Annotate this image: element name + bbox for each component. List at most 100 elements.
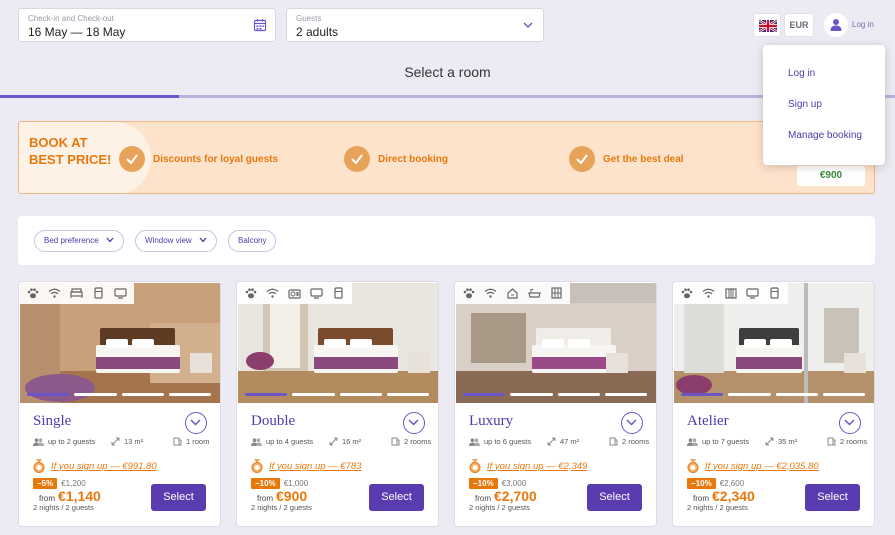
chevron-down-icon xyxy=(523,22,533,28)
filter-balcony[interactable]: Balcony xyxy=(228,230,277,252)
pager-dot[interactable] xyxy=(27,393,70,396)
check-icon xyxy=(344,146,370,172)
spec-area-value: 47 m² xyxy=(560,437,580,446)
pager-dot[interactable] xyxy=(775,393,818,396)
fridge-icon xyxy=(765,286,784,300)
chevron-down-icon xyxy=(408,419,419,426)
currency-selector[interactable]: EUR xyxy=(784,13,814,37)
member-promo[interactable]: If you sign up — €783 xyxy=(251,459,361,473)
login-button[interactable]: Log in xyxy=(822,13,882,37)
login-label: Log in xyxy=(852,20,874,29)
price-row: from €900 xyxy=(257,488,307,504)
old-price: €3,000 xyxy=(501,479,527,488)
price-row: from €2,700 xyxy=(475,488,537,504)
guests-icon xyxy=(469,437,480,446)
filter-window-view[interactable]: Window view xyxy=(135,230,217,252)
pager-dot[interactable] xyxy=(386,393,429,396)
bath-icon xyxy=(525,286,544,300)
pager-dot[interactable] xyxy=(604,393,647,396)
pager-dot[interactable] xyxy=(121,393,164,396)
guests-icon xyxy=(687,437,698,446)
wifi-icon xyxy=(45,286,64,300)
select-button[interactable]: Select xyxy=(151,484,206,511)
expand-button[interactable] xyxy=(185,412,207,434)
pager-dot[interactable] xyxy=(245,393,288,396)
old-price: €1,200 xyxy=(61,479,86,488)
room-name[interactable]: Atelier xyxy=(687,413,729,430)
pager-dot[interactable] xyxy=(339,393,382,396)
account-dropdown: Log in Sign up Manage booking xyxy=(763,45,885,165)
language-selector[interactable] xyxy=(753,13,781,37)
fridge-icon xyxy=(329,286,348,300)
progress-fill xyxy=(0,95,179,98)
spec-guests-value: up to 6 guests xyxy=(484,437,532,446)
spec-area-value: 35 m² xyxy=(778,437,798,446)
expand-button[interactable] xyxy=(403,412,425,434)
spec-rooms: 1 room xyxy=(173,437,209,446)
room-name[interactable]: Double xyxy=(251,413,295,430)
pager-dot[interactable] xyxy=(74,393,117,396)
pager-dot[interactable] xyxy=(292,393,335,396)
dropdown-login[interactable]: Log in xyxy=(788,68,815,79)
amenity-bar xyxy=(237,282,352,304)
price-from-label: from xyxy=(257,494,273,503)
room-name[interactable]: Single xyxy=(33,413,71,430)
wifi-icon xyxy=(481,286,500,300)
pager-dot[interactable] xyxy=(168,393,211,396)
dropdown-signup[interactable]: Sign up xyxy=(788,99,822,110)
door-icon xyxy=(609,437,618,446)
select-button[interactable]: Select xyxy=(587,484,642,511)
area-icon xyxy=(547,437,556,446)
pager-dot[interactable] xyxy=(681,393,724,396)
spec-rooms: 2 rooms xyxy=(391,437,431,446)
spec-area: 13 m² xyxy=(111,437,173,446)
coffee-icon xyxy=(285,286,304,300)
progress-bar xyxy=(0,95,895,98)
check-icon xyxy=(569,146,595,172)
select-button[interactable]: Select xyxy=(369,484,424,511)
pager-dot[interactable] xyxy=(557,393,600,396)
spec-rooms-value: 2 rooms xyxy=(622,437,650,446)
spec-rooms-value: 2 rooms xyxy=(840,437,868,446)
dates-label: Check-in and Check-out xyxy=(28,14,114,23)
filter-bed-preference[interactable]: Bed preference xyxy=(34,230,124,252)
member-promo[interactable]: If you sign up — €2,349 xyxy=(469,459,587,473)
dates-field[interactable]: Check-in and Check-out 16 May — 18 May xyxy=(18,8,276,42)
user-icon xyxy=(830,19,842,31)
promo-text: If you sign up — €2,349 xyxy=(487,460,588,472)
pager-dot[interactable] xyxy=(822,393,865,396)
member-promo[interactable]: If you sign up — €2,035.80 xyxy=(687,459,819,473)
price-from-label: from xyxy=(693,494,709,503)
spec-area-value: 13 m² xyxy=(124,437,144,446)
guests-value: 2 adults xyxy=(296,25,339,39)
promo-text: If you sign up — €783 xyxy=(269,460,362,472)
expand-button[interactable] xyxy=(621,412,643,434)
member-promo[interactable]: If you sign up — €991.80 xyxy=(33,459,157,473)
select-button[interactable]: Select xyxy=(805,484,860,511)
room-card-atelier: Atelier up to 7 guests 35 m² 2 rooms If … xyxy=(672,281,875,527)
photo-pager xyxy=(245,393,429,396)
wifi-icon xyxy=(263,286,282,300)
fridge-icon xyxy=(89,286,108,300)
price-from-label: from xyxy=(39,494,55,503)
tv-icon xyxy=(307,286,326,300)
chevron-down-icon xyxy=(106,237,114,243)
pager-dot[interactable] xyxy=(728,393,771,396)
room-specs: up to 6 guests 47 m² 2 rooms xyxy=(469,437,651,446)
spec-guests: up to 2 guests xyxy=(33,437,111,446)
banner-headline: BOOK AT BEST PRICE! xyxy=(29,135,112,167)
pager-dot[interactable] xyxy=(463,393,506,396)
price: €1,140 xyxy=(58,488,101,504)
kettle-icon xyxy=(503,286,522,300)
pager-dot[interactable] xyxy=(510,393,553,396)
perk-label: Discounts for loyal guests xyxy=(153,154,279,165)
user-avatar xyxy=(824,13,848,37)
old-price: €1,000 xyxy=(283,479,309,488)
guests-field[interactable]: Guests 2 adults xyxy=(286,8,544,42)
perk-label: Direct booking xyxy=(378,154,449,165)
expand-button[interactable] xyxy=(839,412,861,434)
spec-guests-value: up to 4 guests xyxy=(266,437,314,446)
room-name[interactable]: Luxury xyxy=(469,413,513,430)
dropdown-manage-booking[interactable]: Manage booking xyxy=(788,130,862,141)
spec-rooms-value: 1 room xyxy=(186,437,210,446)
